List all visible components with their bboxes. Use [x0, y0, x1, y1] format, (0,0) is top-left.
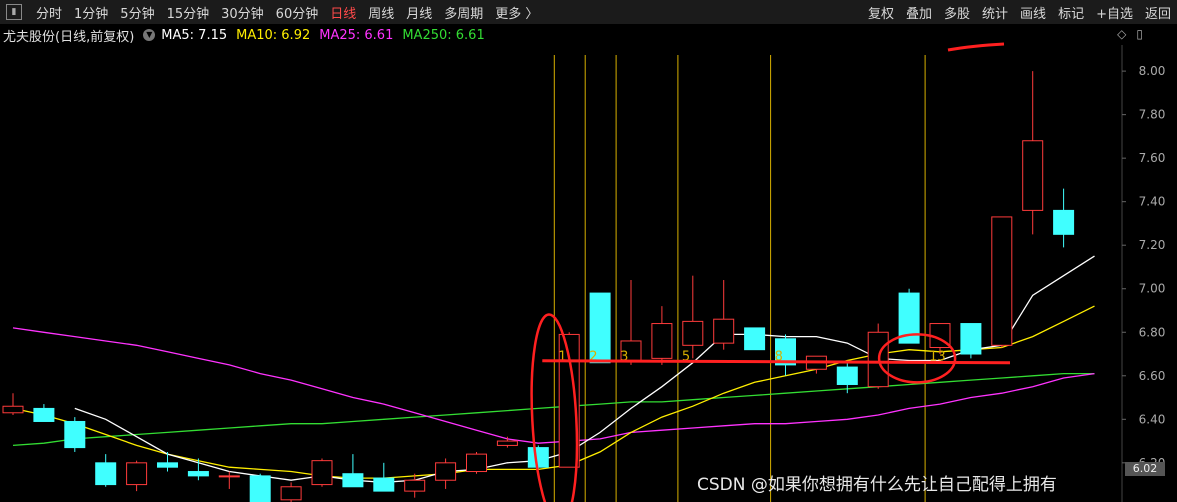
candle-down: [373, 477, 395, 492]
y-tick-label: 7.40: [1139, 195, 1166, 209]
candle-up: [311, 460, 333, 486]
candle-up: [1022, 140, 1044, 211]
candle-down: [836, 366, 858, 385]
candle-up: [496, 440, 518, 446]
candle-down: [33, 407, 55, 422]
candle-up: [280, 486, 302, 501]
candle-up: [991, 216, 1013, 346]
candle-down: [64, 420, 86, 449]
candle-down: [744, 327, 766, 351]
support-line-annotation: [542, 359, 1011, 365]
y-tick-label: 7.80: [1139, 108, 1166, 122]
candle-down: [960, 323, 982, 355]
y-tick-label: 7.20: [1139, 238, 1166, 252]
fib-marker-label: 1: [558, 350, 566, 365]
y-tick-label: 6.80: [1139, 325, 1166, 339]
candle-down: [1053, 209, 1075, 235]
y-tick-label: 6.40: [1139, 412, 1166, 426]
ma5-line: [74, 255, 1095, 484]
candle-down: [527, 447, 549, 468]
candle-up: [218, 475, 240, 478]
y-tick-label: 7.60: [1139, 151, 1166, 165]
candle-up: [126, 462, 148, 486]
candle-up: [2, 405, 24, 414]
last-price-label: 6.02: [1125, 462, 1165, 476]
candle-up: [651, 323, 673, 359]
top-mark-annotation: [947, 42, 1005, 52]
fib-marker-label: 2: [589, 350, 597, 365]
candle-up: [404, 479, 426, 492]
candle-down: [187, 471, 209, 477]
candle-down: [249, 475, 271, 502]
watermark: CSDN @如果你想拥有什么先让自己配得上拥有: [697, 475, 1057, 495]
candle-down: [157, 462, 178, 468]
candle-up: [682, 320, 704, 346]
ma250-line: [12, 372, 1095, 447]
candle-up: [435, 462, 457, 481]
y-tick-label: 7.00: [1139, 282, 1166, 296]
candle-up: [466, 453, 487, 473]
y-tick-label: 6.60: [1139, 369, 1166, 383]
candle-down: [95, 462, 117, 486]
y-tick-label: 8.00: [1139, 64, 1166, 78]
candlestick-chart[interactable]: 8.007.807.607.407.207.006.806.606.406.20…: [0, 0, 1177, 502]
candle-down: [342, 473, 364, 488]
candle-up: [713, 318, 735, 344]
